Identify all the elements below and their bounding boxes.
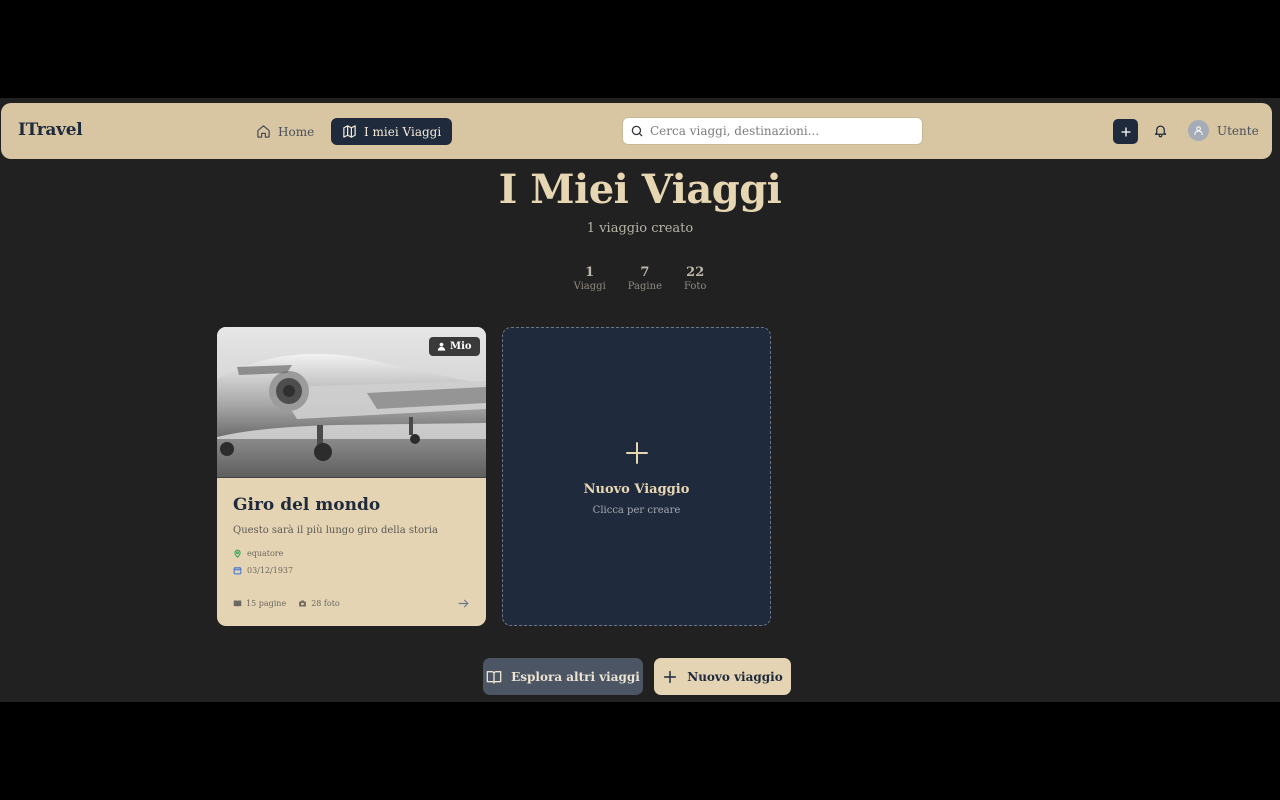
new-trip-title: Nuovo Viaggio — [583, 482, 690, 497]
owner-badge-label: Mio — [450, 341, 472, 352]
stat-value: 7 — [640, 265, 650, 280]
map-pin-icon — [234, 549, 241, 558]
map-icon — [343, 125, 356, 138]
explore-trips-label: Esplora altri viaggi — [511, 669, 640, 684]
trip-location: equatore — [233, 549, 283, 558]
trip-photos-count: 28 foto — [298, 599, 340, 608]
new-trip-button[interactable]: Nuovo viaggio — [654, 658, 791, 695]
stat-label: Pagine — [627, 281, 662, 292]
user-icon — [1194, 126, 1203, 136]
book-open-icon — [486, 670, 502, 684]
calendar-icon — [233, 567, 242, 575]
trip-date: 03/12/1937 — [233, 566, 293, 575]
trip-date-text: 03/12/1937 — [247, 566, 294, 575]
stat-label: Foto — [683, 281, 707, 292]
trip-pages-text: 15 pagine — [246, 599, 287, 608]
page-title: I Miei Viaggi — [498, 166, 782, 213]
stat-photos: 22 Foto — [684, 265, 706, 292]
brand-logo[interactable]: ITravel — [18, 120, 83, 140]
trip-pages-count: 15 pagine — [233, 599, 286, 608]
page-subtitle: 1 viaggio creato — [586, 221, 694, 236]
user-icon — [437, 342, 446, 351]
camera-icon — [299, 600, 307, 607]
trip-title: Giro del mondo — [233, 495, 381, 515]
book-icon — [233, 600, 242, 607]
trip-card[interactable]: Mio Giro del mondo Questo sarà il più lu… — [217, 327, 486, 626]
new-trip-subtitle: Clicca per creare — [592, 505, 681, 516]
stat-value: 1 — [585, 265, 595, 280]
avatar — [1188, 120, 1209, 141]
trip-description: Questo sarà il più lungo giro della stor… — [233, 525, 438, 536]
add-trip-button[interactable] — [1113, 119, 1138, 144]
bell-icon[interactable] — [1153, 123, 1168, 138]
explore-trips-button[interactable]: Esplora altri viaggi — [483, 658, 643, 695]
trip-footer: 15 pagine 28 foto — [233, 599, 340, 608]
home-icon — [257, 125, 270, 138]
stat-label: Viaggi — [573, 281, 606, 292]
stat-value: 22 — [686, 265, 705, 280]
trip-location-text: equatore — [247, 549, 284, 558]
plus-icon — [1120, 126, 1131, 137]
search-bar — [622, 117, 923, 145]
plus-icon — [664, 670, 677, 683]
nav-home-label: Home — [278, 124, 315, 139]
nav-my-trips-link[interactable]: I miei Viaggi — [331, 118, 453, 145]
arrow-right-icon[interactable] — [457, 597, 470, 610]
nav-home-link[interactable]: Home — [245, 118, 325, 145]
new-trip-tile[interactable]: Nuovo Viaggio Clicca per creare — [502, 327, 771, 626]
owner-badge: Mio — [429, 337, 480, 356]
app-viewport: ITravel Home I miei Viaggi Utente I Miei… — [0, 98, 1280, 702]
user-menu[interactable]: Utente — [1188, 120, 1259, 141]
user-name: Utente — [1217, 123, 1259, 138]
plus-icon — [626, 442, 648, 464]
stat-trips: 1 Viaggi — [574, 265, 606, 292]
stat-pages: 7 Pagine — [628, 265, 662, 292]
stats-row: 1 Viaggi 7 Pagine 22 Foto — [0, 265, 1280, 292]
trip-photos-text: 28 foto — [311, 599, 340, 608]
nav-my-trips-label: I miei Viaggi — [364, 124, 442, 139]
new-trip-label: Nuovo viaggio — [687, 669, 783, 684]
search-icon — [631, 125, 643, 137]
navbar: ITravel Home I miei Viaggi Utente — [1, 103, 1272, 159]
search-input[interactable] — [650, 124, 910, 138]
